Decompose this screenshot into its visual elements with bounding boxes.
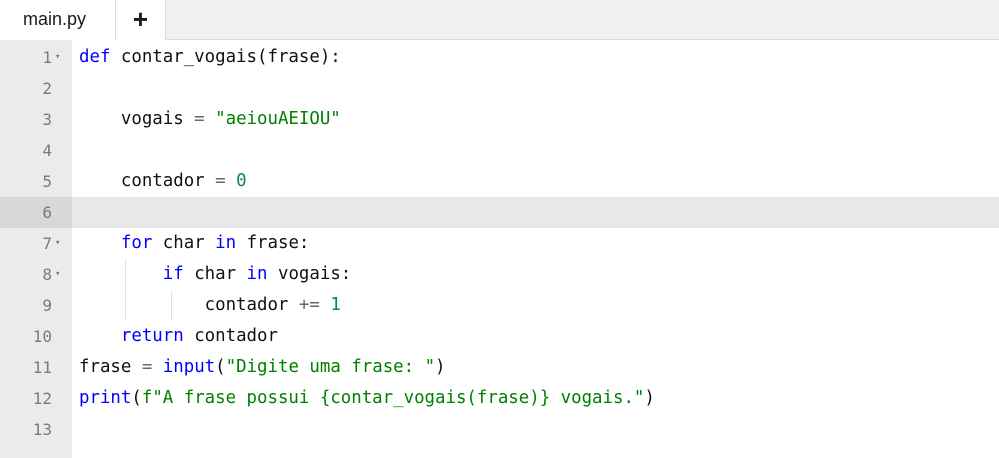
code-token: input xyxy=(162,357,216,377)
code-text: frase = input("Digite uma frase: ") xyxy=(79,352,446,383)
code-token: = xyxy=(194,109,205,129)
code-text: vogais = "aeiouAEIOU" xyxy=(79,104,341,135)
code-token: if xyxy=(162,264,184,284)
code-token: ( xyxy=(215,357,226,377)
code-token: def xyxy=(79,47,111,67)
code-area[interactable]: 1 ▾ def contar_vogais(frase): 2 3 vogais = "… xyxy=(0,42,999,445)
code-token: "aeiouAEIOU" xyxy=(215,109,341,129)
add-tab-button[interactable]: + xyxy=(116,0,166,40)
code-line[interactable]: 1 ▾ def contar_vogais(frase): xyxy=(0,42,999,73)
line-number: 3 xyxy=(42,110,52,129)
line-number: 12 xyxy=(32,389,52,408)
code-token: contar_vogais(frase): xyxy=(110,47,341,67)
line-number: 9 xyxy=(42,296,52,315)
code-line[interactable]: 8 ▾ if char in vogais: xyxy=(0,259,999,290)
line-number: 2 xyxy=(42,79,52,98)
code-line[interactable]: 4 xyxy=(0,135,999,166)
code-text: return contador xyxy=(79,321,278,352)
code-token: 1 xyxy=(330,295,341,315)
code-token: ) xyxy=(644,388,655,408)
line-number: 6 xyxy=(42,203,52,222)
code-token: in xyxy=(246,264,268,284)
code-token: return xyxy=(120,326,184,346)
code-line[interactable]: 2 xyxy=(0,73,999,104)
code-token: "Digite uma frase: " xyxy=(225,357,436,377)
code-line[interactable]: 7 ▾ for char in frase: xyxy=(0,228,999,259)
code-text: contador = 0 xyxy=(79,166,247,197)
fold-toggle-icon[interactable]: ▾ xyxy=(55,42,60,73)
code-token: vogais xyxy=(79,109,195,129)
line-number: 5 xyxy=(42,172,52,191)
code-token: frase: xyxy=(236,233,310,253)
line-background xyxy=(72,414,999,445)
code-token: += xyxy=(298,295,320,315)
code-token: contador xyxy=(79,295,299,315)
code-token: f"A frase possui {contar_vogais(frase)} … xyxy=(141,388,645,408)
line-number: 11 xyxy=(32,358,52,377)
code-editor: main.py + 1 ▾ def contar_vogais(frase): 2 3 … xyxy=(0,0,999,458)
code-token: frase xyxy=(79,357,142,377)
code-token: = xyxy=(141,357,153,377)
fold-toggle-icon[interactable]: ▾ xyxy=(55,228,60,259)
code-line[interactable]: 13 xyxy=(0,414,999,445)
line-number: 10 xyxy=(32,327,52,346)
fold-toggle-icon[interactable]: ▾ xyxy=(55,259,60,290)
line-number: 7 xyxy=(42,234,52,253)
line-background xyxy=(72,135,999,166)
line-number: 4 xyxy=(42,141,52,160)
code-token: char xyxy=(152,233,216,253)
code-token: for xyxy=(120,233,153,253)
code-token: ( xyxy=(131,388,142,408)
code-line[interactable]: 12 print(f"A frase possui {contar_vogais(… xyxy=(0,383,999,414)
line-number: 13 xyxy=(32,420,52,439)
code-text: print(f"A frase possui {contar_vogais(fr… xyxy=(79,383,655,414)
line-background xyxy=(72,197,999,228)
tab-label: main.py xyxy=(23,9,87,29)
code-token: print xyxy=(79,388,132,408)
plus-icon: + xyxy=(132,4,149,34)
code-line[interactable]: 3 vogais = "aeiouAEIOU" xyxy=(0,104,999,135)
code-line[interactable]: 9 contador += 1 xyxy=(0,290,999,321)
tab-bar: main.py + xyxy=(0,0,999,40)
code-text: if char in vogais: xyxy=(79,259,352,290)
code-token: contador xyxy=(79,171,216,191)
code-token: = xyxy=(215,171,226,191)
line-number: 1 xyxy=(42,48,52,67)
code-token: in xyxy=(215,233,237,253)
code-token: contador xyxy=(183,326,278,346)
code-line[interactable]: 6 xyxy=(0,197,999,228)
code-token: 0 xyxy=(236,171,247,191)
code-line[interactable]: 11 frase = input("Digite uma frase: ") xyxy=(0,352,999,383)
code-token: char xyxy=(183,264,247,284)
line-number: 8 xyxy=(42,265,52,284)
code-line[interactable]: 5 contador = 0 xyxy=(0,166,999,197)
code-text: def contar_vogais(frase): xyxy=(79,42,341,73)
code-token: vogais: xyxy=(267,264,352,284)
code-text: for char in frase: xyxy=(79,228,310,259)
code-line[interactable]: 10 return contador xyxy=(0,321,999,352)
code-text: contador += 1 xyxy=(79,290,341,321)
line-background xyxy=(72,73,999,104)
tab-main-py[interactable]: main.py xyxy=(0,0,116,40)
code-token: ) xyxy=(435,357,446,377)
